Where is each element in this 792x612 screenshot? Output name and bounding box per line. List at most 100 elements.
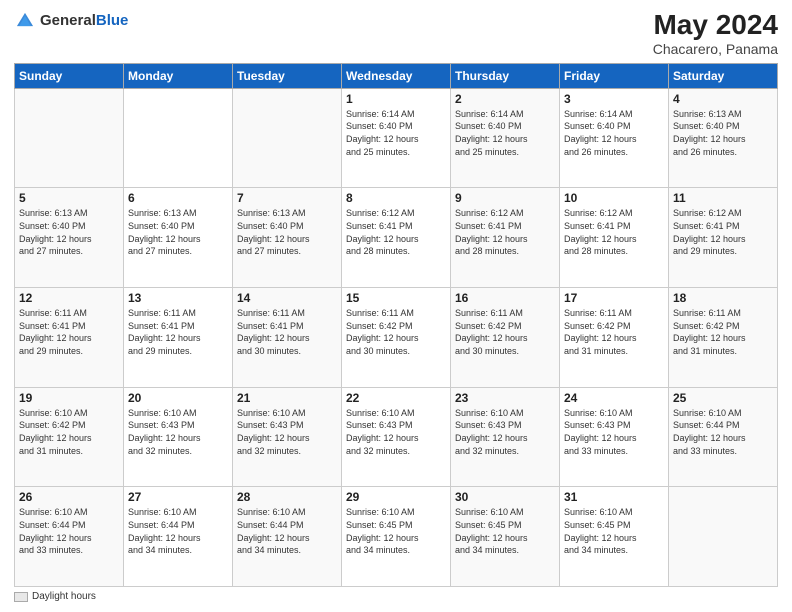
location-title: Chacarero, Panama bbox=[653, 41, 778, 57]
calendar-cell: 29Sunrise: 6:10 AM Sunset: 6:45 PM Dayli… bbox=[342, 487, 451, 587]
week-row-1: 1Sunrise: 6:14 AM Sunset: 6:40 PM Daylig… bbox=[15, 88, 778, 188]
week-row-4: 19 Sunrise: 6:10 AM Sunset: 6:42 PM Dayli… bbox=[15, 387, 778, 487]
logo-icon bbox=[14, 10, 36, 32]
day-info: Sunrise: 6:10 AM Sunset: 6:43 PM Dayligh… bbox=[237, 407, 337, 457]
day-number: 26 bbox=[19, 490, 119, 504]
day-info: Sunrise: 6:10 AM Sunset: 6:43 PM Dayligh… bbox=[455, 407, 555, 457]
day-info: Sunrise: 6:13 AM Sunset: 6:40 PM Dayligh… bbox=[673, 108, 773, 158]
day-number: 18 bbox=[673, 291, 773, 305]
calendar-cell: 3 Sunrise: 6:14 AM Sunset: 6:40 PM Daylig… bbox=[560, 88, 669, 188]
calendar-cell bbox=[15, 88, 124, 188]
calendar-cell: 25Sunrise: 6:10 AM Sunset: 6:44 PM Dayli… bbox=[669, 387, 778, 487]
day-number: 4 bbox=[673, 92, 773, 106]
day-info: Sunrise: 6:10 AM Sunset: 6:44 PM Dayligh… bbox=[19, 506, 119, 556]
calendar-cell: 4 Sunrise: 6:13 AM Sunset: 6:40 PM Daylig… bbox=[669, 88, 778, 188]
page: GeneralBlue May 2024 Chacarero, Panama S… bbox=[0, 0, 792, 612]
logo-text: GeneralBlue bbox=[40, 12, 128, 30]
week-row-5: 26 Sunrise: 6:10 AM Sunset: 6:44 PM Dayli… bbox=[15, 487, 778, 587]
logo: GeneralBlue bbox=[14, 10, 128, 32]
day-info: Sunrise: 6:10 AM Sunset: 6:45 PM Dayligh… bbox=[564, 506, 664, 556]
day-number: 5 bbox=[19, 191, 119, 205]
day-number: 23 bbox=[455, 391, 555, 405]
day-info: Sunrise: 6:14 AM Sunset: 6:40 PM Dayligh… bbox=[346, 108, 446, 158]
calendar-cell: 7 Sunrise: 6:13 AM Sunset: 6:40 PM Daylig… bbox=[233, 188, 342, 288]
calendar-cell bbox=[669, 487, 778, 587]
day-info: Sunrise: 6:12 AM Sunset: 6:41 PM Dayligh… bbox=[455, 207, 555, 257]
calendar-cell: 31 Sunrise: 6:10 AM Sunset: 6:45 PM Dayli… bbox=[560, 487, 669, 587]
day-info: Sunrise: 6:10 AM Sunset: 6:44 PM Dayligh… bbox=[673, 407, 773, 457]
calendar-cell: 5 Sunrise: 6:13 AM Sunset: 6:40 PM Daylig… bbox=[15, 188, 124, 288]
footer: Daylight hours bbox=[14, 591, 778, 602]
day-info: Sunrise: 6:10 AM Sunset: 6:43 PM Dayligh… bbox=[128, 407, 228, 457]
day-info: Sunrise: 6:12 AM Sunset: 6:41 PM Dayligh… bbox=[346, 207, 446, 257]
calendar-cell bbox=[233, 88, 342, 188]
col-monday: Monday bbox=[124, 63, 233, 88]
day-number: 7 bbox=[237, 191, 337, 205]
day-info: Sunrise: 6:11 AM Sunset: 6:42 PM Dayligh… bbox=[564, 307, 664, 357]
calendar-cell: 14Sunrise: 6:11 AM Sunset: 6:41 PM Dayli… bbox=[233, 288, 342, 388]
calendar-cell: 10 Sunrise: 6:12 AM Sunset: 6:41 PM Dayli… bbox=[560, 188, 669, 288]
calendar-cell: 18Sunrise: 6:11 AM Sunset: 6:42 PM Dayli… bbox=[669, 288, 778, 388]
calendar-cell: 9 Sunrise: 6:12 AM Sunset: 6:41 PM Daylig… bbox=[451, 188, 560, 288]
day-info: Sunrise: 6:12 AM Sunset: 6:41 PM Dayligh… bbox=[673, 207, 773, 257]
day-number: 8 bbox=[346, 191, 446, 205]
day-number: 10 bbox=[564, 191, 664, 205]
day-number: 17 bbox=[564, 291, 664, 305]
day-number: 24 bbox=[564, 391, 664, 405]
logo-blue: Blue bbox=[96, 12, 129, 29]
day-number: 28 bbox=[237, 490, 337, 504]
day-number: 19 bbox=[19, 391, 119, 405]
legend-label: Daylight hours bbox=[32, 591, 96, 602]
title-block: May 2024 Chacarero, Panama bbox=[653, 10, 778, 57]
day-number: 6 bbox=[128, 191, 228, 205]
calendar-cell bbox=[124, 88, 233, 188]
col-tuesday: Tuesday bbox=[233, 63, 342, 88]
day-number: 16 bbox=[455, 291, 555, 305]
calendar-cell: 1Sunrise: 6:14 AM Sunset: 6:40 PM Daylig… bbox=[342, 88, 451, 188]
day-info: Sunrise: 6:13 AM Sunset: 6:40 PM Dayligh… bbox=[19, 207, 119, 257]
day-info: Sunrise: 6:13 AM Sunset: 6:40 PM Dayligh… bbox=[237, 207, 337, 257]
day-info: Sunrise: 6:10 AM Sunset: 6:45 PM Dayligh… bbox=[346, 506, 446, 556]
calendar-cell: 6 Sunrise: 6:13 AM Sunset: 6:40 PM Daylig… bbox=[124, 188, 233, 288]
day-info: Sunrise: 6:10 AM Sunset: 6:44 PM Dayligh… bbox=[128, 506, 228, 556]
col-saturday: Saturday bbox=[669, 63, 778, 88]
week-row-3: 12 Sunrise: 6:11 AM Sunset: 6:41 PM Dayli… bbox=[15, 288, 778, 388]
day-number: 30 bbox=[455, 490, 555, 504]
day-number: 31 bbox=[564, 490, 664, 504]
calendar-header-row: Sunday Monday Tuesday Wednesday Thursday… bbox=[15, 63, 778, 88]
day-info: Sunrise: 6:11 AM Sunset: 6:41 PM Dayligh… bbox=[19, 307, 119, 357]
day-info: Sunrise: 6:10 AM Sunset: 6:45 PM Dayligh… bbox=[455, 506, 555, 556]
calendar-cell: 11 Sunrise: 6:12 AM Sunset: 6:41 PM Dayli… bbox=[669, 188, 778, 288]
calendar-cell: 20Sunrise: 6:10 AM Sunset: 6:43 PM Dayli… bbox=[124, 387, 233, 487]
day-info: Sunrise: 6:11 AM Sunset: 6:42 PM Dayligh… bbox=[455, 307, 555, 357]
day-info: Sunrise: 6:10 AM Sunset: 6:43 PM Dayligh… bbox=[346, 407, 446, 457]
day-info: Sunrise: 6:12 AM Sunset: 6:41 PM Dayligh… bbox=[564, 207, 664, 257]
calendar-cell: 15Sunrise: 6:11 AM Sunset: 6:42 PM Dayli… bbox=[342, 288, 451, 388]
day-number: 3 bbox=[564, 92, 664, 106]
calendar-cell: 17 Sunrise: 6:11 AM Sunset: 6:42 PM Dayli… bbox=[560, 288, 669, 388]
day-info: Sunrise: 6:14 AM Sunset: 6:40 PM Dayligh… bbox=[564, 108, 664, 158]
calendar-cell: 28Sunrise: 6:10 AM Sunset: 6:44 PM Dayli… bbox=[233, 487, 342, 587]
day-number: 22 bbox=[346, 391, 446, 405]
day-info: Sunrise: 6:10 AM Sunset: 6:42 PM Dayligh… bbox=[19, 407, 119, 457]
calendar-cell: 21Sunrise: 6:10 AM Sunset: 6:43 PM Dayli… bbox=[233, 387, 342, 487]
week-row-2: 5 Sunrise: 6:13 AM Sunset: 6:40 PM Daylig… bbox=[15, 188, 778, 288]
col-thursday: Thursday bbox=[451, 63, 560, 88]
day-info: Sunrise: 6:11 AM Sunset: 6:41 PM Dayligh… bbox=[128, 307, 228, 357]
calendar-cell: 27 Sunrise: 6:10 AM Sunset: 6:44 PM Dayli… bbox=[124, 487, 233, 587]
day-number: 13 bbox=[128, 291, 228, 305]
day-info: Sunrise: 6:13 AM Sunset: 6:40 PM Dayligh… bbox=[128, 207, 228, 257]
calendar-cell: 12 Sunrise: 6:11 AM Sunset: 6:41 PM Dayli… bbox=[15, 288, 124, 388]
day-info: Sunrise: 6:10 AM Sunset: 6:43 PM Dayligh… bbox=[564, 407, 664, 457]
calendar-cell: 13 Sunrise: 6:11 AM Sunset: 6:41 PM Dayli… bbox=[124, 288, 233, 388]
day-number: 27 bbox=[128, 490, 228, 504]
day-number: 15 bbox=[346, 291, 446, 305]
day-number: 12 bbox=[19, 291, 119, 305]
legend-daylight: Daylight hours bbox=[14, 591, 96, 602]
month-title: May 2024 bbox=[653, 10, 778, 41]
day-number: 11 bbox=[673, 191, 773, 205]
day-number: 9 bbox=[455, 191, 555, 205]
calendar-cell: 19 Sunrise: 6:10 AM Sunset: 6:42 PM Dayli… bbox=[15, 387, 124, 487]
calendar-cell: 22 Sunrise: 6:10 AM Sunset: 6:43 PM Dayli… bbox=[342, 387, 451, 487]
calendar-cell: 26 Sunrise: 6:10 AM Sunset: 6:44 PM Dayli… bbox=[15, 487, 124, 587]
